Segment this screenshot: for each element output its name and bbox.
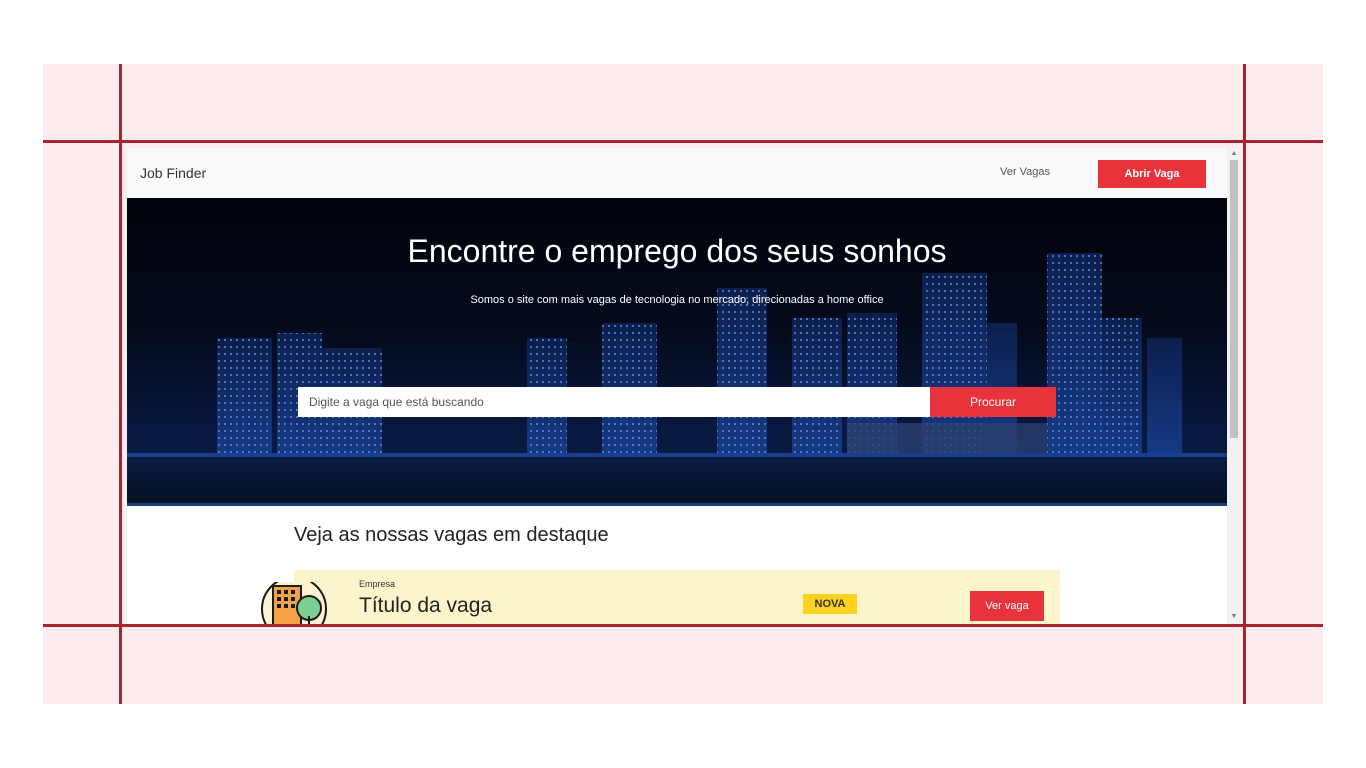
hero-subtitle: Somos o site com mais vagas de tecnologi… bbox=[470, 294, 884, 306]
job-company: Empresa bbox=[359, 579, 396, 589]
open-job-button[interactable]: Abrir Vaga bbox=[1098, 160, 1206, 188]
navbar: Job Finder Ver Vagas Abrir Vaga bbox=[127, 148, 1227, 198]
new-badge: NOVA bbox=[803, 594, 857, 614]
nav-link-ver-vagas[interactable]: Ver Vagas bbox=[1000, 166, 1050, 178]
featured-section-title: Veja as nossas vagas em destaque bbox=[294, 524, 609, 546]
scroll-up-icon[interactable]: ▲ bbox=[1230, 150, 1238, 158]
search-input[interactable] bbox=[298, 387, 930, 417]
building-avatar-icon bbox=[261, 582, 327, 624]
job-title: Título da vaga bbox=[359, 594, 493, 617]
guide-line-right bbox=[1243, 64, 1246, 704]
search-button[interactable]: Procurar bbox=[930, 387, 1056, 417]
scrollbar[interactable]: ▲ ▼ bbox=[1227, 148, 1241, 624]
brand-logo[interactable]: Job Finder bbox=[140, 165, 206, 181]
guide-line-bottom bbox=[43, 624, 1323, 627]
browser-viewport: Job Finder Ver Vagas Abrir Vaga Encontre… bbox=[127, 148, 1241, 624]
hero-banner: Encontre o emprego dos seus sonhos Somos… bbox=[127, 198, 1227, 506]
guide-line-top bbox=[43, 140, 1323, 143]
scroll-down-icon[interactable]: ▼ bbox=[1230, 613, 1238, 621]
guide-line-left bbox=[119, 64, 122, 704]
search-form: Procurar bbox=[298, 387, 1056, 417]
scroll-thumb[interactable] bbox=[1230, 160, 1238, 438]
hero-title: Encontre o emprego dos seus sonhos bbox=[407, 233, 947, 269]
view-job-button[interactable]: Ver vaga bbox=[970, 591, 1044, 621]
